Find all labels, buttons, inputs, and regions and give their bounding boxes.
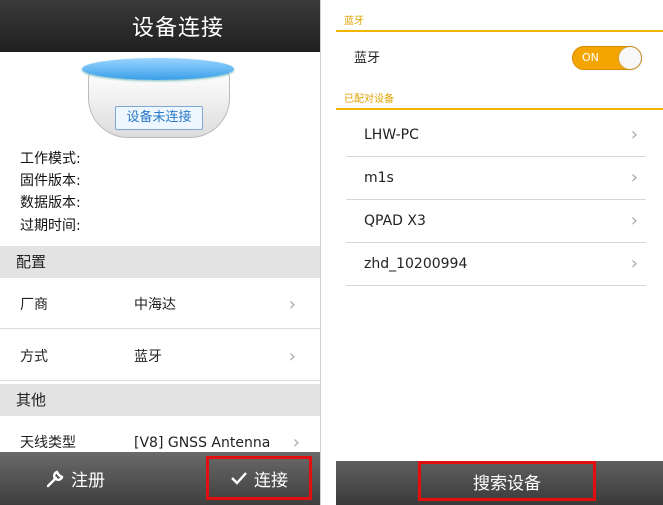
info-expiry-time: 过期时间: [20, 218, 81, 234]
checkmark-icon [231, 472, 247, 485]
receiver-cap [82, 58, 234, 80]
bluetooth-label: 蓝牙 [354, 51, 381, 66]
paired-device-item[interactable]: QPAD X3 › [346, 200, 646, 243]
bottom-action-bar: 搜索设备 [336, 461, 663, 505]
toggle-label: ON [582, 51, 599, 64]
info-work-mode: 工作模式: [20, 151, 81, 167]
paired-device-item[interactable]: zhd_10200994 › [346, 243, 646, 286]
device-connect-screen: 设备连接 设备未连接 工作模式: 固件版本: 数据版本: 过期时间: 配置 厂商… [0, 0, 321, 505]
chevron-right-icon: › [630, 124, 638, 145]
paired-device-item[interactable]: LHW-PC › [346, 114, 646, 157]
toggle-knob [619, 47, 641, 69]
chevron-right-icon: › [630, 210, 638, 231]
row-label: 方式 [20, 349, 48, 365]
chevron-right-icon: › [630, 167, 638, 188]
bluetooth-toggle[interactable]: ON [572, 46, 642, 70]
row-connection-mode[interactable]: 方式 蓝牙 › [0, 334, 320, 381]
chevron-right-icon: › [288, 346, 296, 367]
device-name: LHW-PC [364, 127, 419, 143]
title-bar: 设备连接 [0, 0, 320, 52]
search-devices-label: 搜索设备 [473, 473, 541, 494]
chevron-right-icon: › [288, 294, 296, 315]
bottom-action-bar: 注册 连接 [0, 452, 320, 505]
section-other: 其他 [0, 384, 320, 416]
device-name: QPAD X3 [364, 213, 426, 229]
device-name: zhd_10200994 [364, 256, 468, 272]
info-data-version: 数据版本: [20, 195, 81, 211]
section-config: 配置 [0, 246, 320, 278]
info-firmware-version: 固件版本: [20, 173, 81, 189]
search-devices-button[interactable]: 搜索设备 [418, 461, 596, 501]
register-button[interactable]: 注册 [0, 452, 150, 505]
connect-button[interactable]: 连接 [206, 456, 312, 500]
row-value: 蓝牙 [134, 349, 162, 365]
bluetooth-section-header: 蓝牙 [336, 12, 663, 32]
wrench-icon [46, 470, 64, 487]
gnss-receiver-image: 设备未连接 [82, 58, 234, 138]
bluetooth-screen: 蓝牙 蓝牙 ON 已配对设备 LHW-PC › m1s › QPAD X3 › … [336, 0, 663, 505]
bluetooth-toggle-row: 蓝牙 ON [336, 38, 663, 80]
connect-label: 连接 [254, 470, 288, 491]
register-label: 注册 [71, 471, 105, 491]
paired-devices-header: 已配对设备 [336, 90, 663, 110]
device-name: m1s [364, 170, 394, 186]
row-label: 厂商 [20, 297, 48, 313]
paired-device-item[interactable]: m1s › [346, 157, 646, 200]
chevron-right-icon: › [630, 253, 638, 274]
page-title: 设备连接 [131, 16, 224, 41]
row-value: 中海达 [134, 297, 176, 313]
device-status-label: 设备未连接 [115, 106, 203, 130]
row-manufacturer[interactable]: 厂商 中海达 › [0, 282, 320, 329]
